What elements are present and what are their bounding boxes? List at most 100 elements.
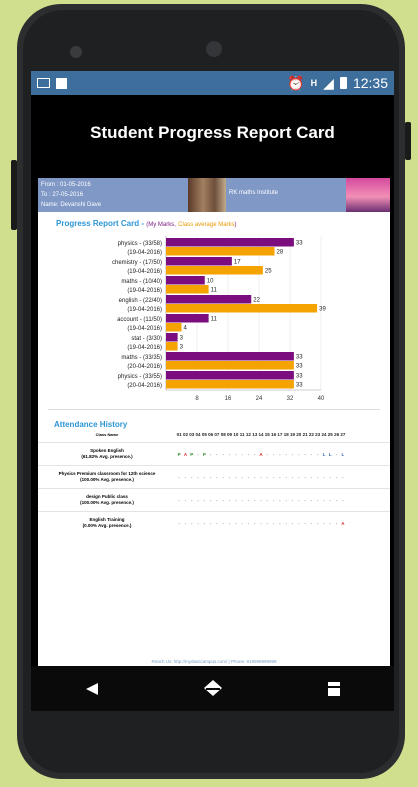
my-marks-bar	[166, 238, 294, 247]
my-marks-bar	[166, 352, 294, 361]
category-date-label: (19-04-2016)	[127, 345, 162, 351]
attendance-header: Class Name 01 02 03 04 05 06 07 08 09 10 11 12 13 14 1…	[38, 429, 390, 438]
back-icon	[85, 682, 98, 695]
category-date-label: (19-04-2016)	[127, 269, 162, 275]
home-icon	[203, 679, 222, 696]
nav-bar	[31, 666, 394, 711]
institute-name: RK maths Institute	[229, 190, 279, 196]
earpiece-icon	[70, 46, 82, 58]
bar-value-label: 11	[211, 317, 218, 323]
network-type: H	[310, 78, 318, 88]
bar-value-label: 33	[296, 355, 303, 361]
category-date-label: (19-04-2016)	[127, 326, 162, 332]
attendance-row: English Training (0.00% Avg. presence.) - -…	[38, 511, 390, 534]
report-title: Progress Report Card - (My Marks, Class …	[56, 219, 237, 228]
day-mark: A	[341, 520, 345, 526]
category-date-label: (20-04-2016)	[127, 383, 162, 389]
attendance-table: Spoken English (61.82% Avg. presence.) P A P…	[38, 442, 390, 534]
bar-value-label: 33	[296, 383, 303, 389]
attendance-title: Attendance History	[54, 420, 128, 429]
footer-contact[interactable]: Reach Us: http://mydasscampus.com/ | Pho…	[38, 659, 390, 664]
bar-value-label: 25	[265, 269, 272, 275]
bar-value-label: 10	[207, 279, 214, 285]
clock: 12:35	[352, 75, 388, 91]
x-tick-label: 24	[256, 396, 263, 400]
day-mark: L	[341, 451, 345, 457]
x-tick-label: 8	[195, 396, 199, 400]
category-label: account - (11/50)	[117, 317, 162, 323]
alarm-icon: ⏰	[287, 74, 305, 91]
image-notification-icon	[37, 78, 50, 88]
category-label: physics - (33/55)	[118, 374, 162, 380]
class-name: Spoken English (61.82% Avg. presence.)	[38, 448, 176, 460]
class-average-bar	[166, 342, 178, 351]
class-average-bar	[166, 304, 318, 313]
volume-button	[11, 160, 17, 230]
day-marks: ---------------------------	[176, 498, 390, 503]
category-label: maths - (10/40)	[121, 279, 162, 285]
battery-icon	[339, 77, 347, 89]
progress-chart: 8 16 24 32 40 physics - (33/58) (19-04-2016) 33…	[38, 228, 390, 405]
category-label: chemistry - (17/50)	[112, 260, 162, 266]
bar-value-label: 33	[296, 374, 303, 380]
report-page[interactable]: From : 01-05-2016 To : 27-05-2016 Name: …	[38, 178, 390, 668]
bar-value-label: 33	[296, 241, 303, 247]
category-date-label: (20-04-2016)	[127, 364, 162, 370]
presence-percentage: (61.82% Avg. presence.)	[81, 454, 133, 459]
class-name: Physics Premium classroom for 12th scien…	[38, 471, 176, 483]
class-name: English Training (0.00% Avg. presence.)	[38, 517, 176, 529]
category-label: maths - (33/35)	[121, 355, 162, 361]
my-marks-bar	[166, 295, 252, 304]
bar-value-label: 3	[180, 336, 184, 342]
home-button[interactable]	[195, 674, 231, 704]
date-from: From : 01-05-2016	[41, 182, 91, 188]
x-tick-label: 32	[287, 396, 294, 400]
student-info-banner: From : 01-05-2016 To : 27-05-2016 Name: …	[38, 178, 390, 212]
front-camera-icon	[206, 41, 222, 57]
day-marks: --------------------------A	[176, 521, 390, 526]
date-to: To : 27-05-2016	[41, 192, 84, 198]
my-marks-bar	[166, 371, 294, 380]
day-mark: -	[342, 497, 344, 503]
presence-percentage: (100.00% Avg. presence.)	[80, 477, 134, 482]
class-average-bar	[166, 247, 275, 256]
class-name: design Public class (100.00% Avg. presenc…	[38, 494, 176, 506]
recents-icon	[327, 681, 340, 696]
class-name-header: Class Name	[95, 432, 119, 437]
day-number: 27	[340, 432, 346, 437]
day-marks: ---------------------------	[176, 475, 390, 480]
bar-value-label: 4	[184, 326, 188, 332]
class-average-bar	[166, 361, 294, 370]
day-marks: PAP-P--------A---------LL-L	[176, 452, 390, 457]
screen: ⏰ H ◢ 12:35 Student Progress Report Card…	[31, 71, 394, 711]
attendance-row: design Public class (100.00% Avg. presenc…	[38, 488, 390, 511]
bar-value-label: 3	[180, 345, 184, 351]
bar-value-label: 22	[253, 298, 260, 304]
signal-icon: ◢	[323, 74, 334, 91]
my-marks-bar	[166, 333, 178, 342]
day-mark: -	[342, 474, 344, 480]
bar-value-label: 28	[277, 250, 284, 256]
back-button[interactable]	[74, 674, 110, 704]
class-average-bar	[166, 380, 294, 389]
app-title: Student Progress Report Card	[31, 95, 394, 171]
bar-value-label: 33	[296, 364, 303, 370]
day-numbers: 01 02 03 04 05 06 07 08 09 10 11 12 13 14 15 16 17 18 19 20…	[176, 432, 390, 438]
class-average-bar	[166, 266, 263, 275]
recents-button[interactable]	[316, 674, 352, 704]
x-tick-label: 40	[318, 396, 325, 400]
category-date-label: (19-04-2016)	[127, 288, 162, 294]
class-average-bar	[166, 285, 209, 294]
notification-square-icon	[56, 77, 67, 89]
class-average-bar	[166, 323, 182, 332]
bar-value-label: 11	[211, 288, 218, 294]
x-tick-label: 16	[225, 396, 232, 400]
presence-percentage: (0.00% Avg. presence.)	[82, 523, 132, 528]
banner-image	[346, 178, 390, 212]
category-label: stat - (3/30)	[131, 336, 162, 342]
category-date-label: (19-04-2016)	[127, 250, 162, 256]
presence-percentage: (100.00% Avg. presence.)	[80, 500, 134, 505]
student-name: Name: Devanshi Dave	[41, 202, 102, 208]
category-label: english - (22/40)	[119, 298, 162, 304]
status-bar: ⏰ H ◢ 12:35	[31, 71, 394, 95]
